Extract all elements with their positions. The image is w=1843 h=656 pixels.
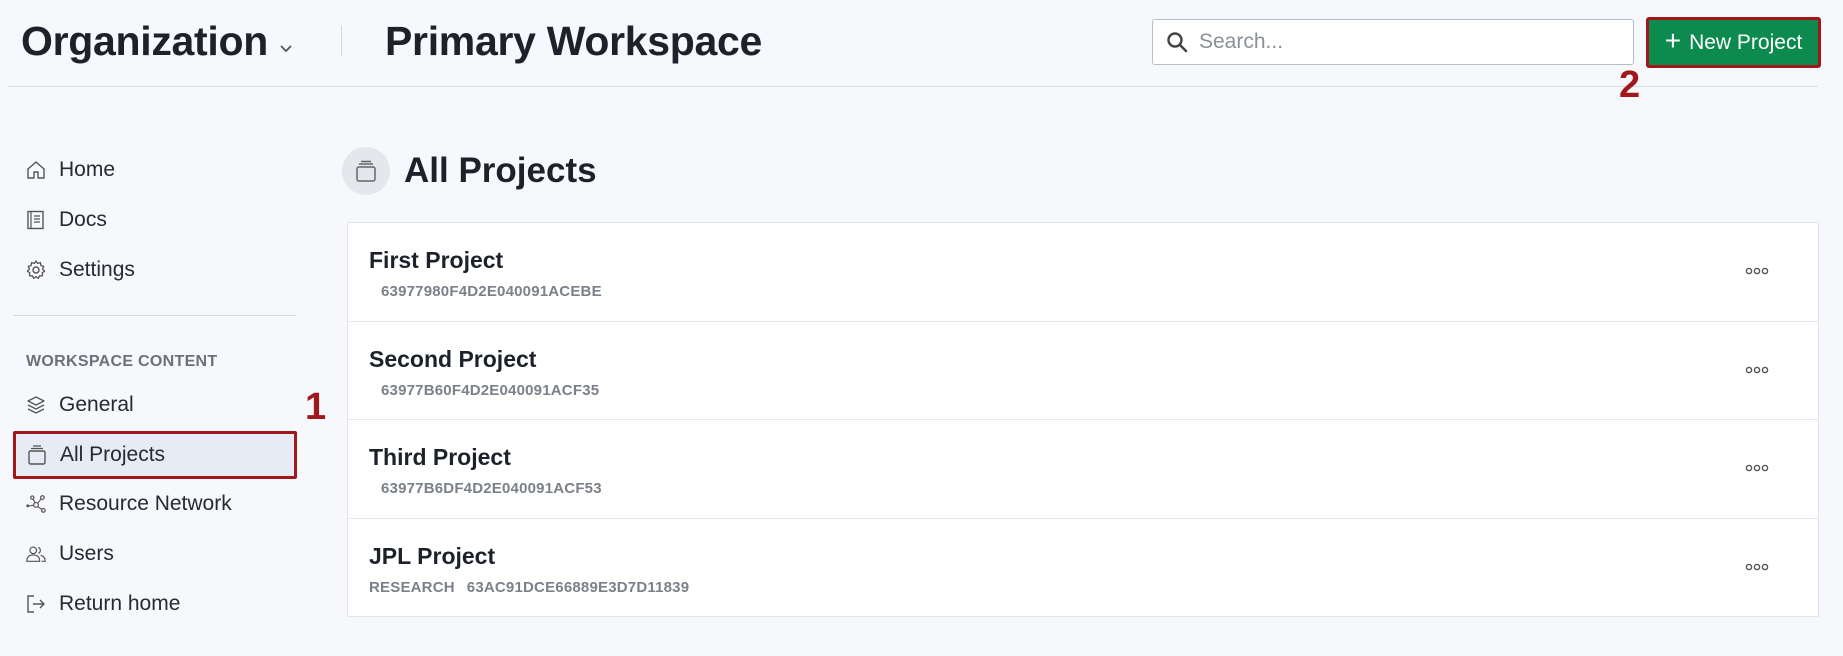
sidebar-item-label: Users bbox=[59, 542, 114, 565]
chevron-down-icon bbox=[280, 44, 292, 52]
annotation-marker-1: 1 bbox=[305, 386, 327, 428]
project-meta: 63977B60F4D2E040091ACF35 bbox=[369, 382, 599, 399]
sidebar-item-users[interactable]: Users bbox=[13, 532, 297, 576]
header-divider bbox=[341, 26, 342, 56]
project-meta: 63977B6DF4D2E040091ACF53 bbox=[369, 480, 602, 497]
workspace-title: Primary Workspace bbox=[385, 18, 763, 64]
project-options-button[interactable] bbox=[1744, 362, 1770, 378]
users-icon bbox=[26, 546, 46, 562]
plus-icon: + bbox=[1664, 25, 1682, 56]
sidebar-item-label: Resource Network bbox=[59, 492, 232, 515]
project-options-button[interactable] bbox=[1744, 460, 1770, 476]
organization-name: Organization bbox=[21, 18, 268, 64]
network-icon bbox=[26, 495, 46, 513]
sidebar-item-home[interactable]: Home bbox=[13, 148, 297, 192]
sidebar-item-label: Home bbox=[59, 158, 116, 181]
project-row[interactable]: JPL Project RESEARCH 63AC91DCE66889E3D7D… bbox=[348, 519, 1818, 618]
search-input[interactable] bbox=[1199, 30, 1633, 54]
project-options-button[interactable] bbox=[1744, 559, 1770, 575]
sidebar-item-label: All Projects bbox=[60, 443, 166, 466]
page-header: All Projects bbox=[342, 147, 597, 195]
project-id: 63977B60F4D2E040091ACF35 bbox=[381, 381, 600, 399]
top-header: Organization Primary Workspace + New Pro… bbox=[0, 0, 1843, 88]
section-label-workspace-content: WORKSPACE CONTENT bbox=[26, 353, 218, 370]
more-options-icon bbox=[1745, 563, 1769, 570]
project-meta: RESEARCH 63AC91DCE66889E3D7D11839 bbox=[369, 579, 689, 596]
new-project-label: New Project bbox=[1689, 30, 1803, 54]
sidebar-item-general[interactable]: General bbox=[13, 383, 297, 427]
more-options-icon bbox=[1745, 267, 1769, 275]
project-id: 63AC91DCE66889E3D7D11839 bbox=[466, 578, 690, 596]
project-row[interactable]: First Project 63977980F4D2E040091ACEBE bbox=[348, 223, 1818, 322]
project-name: Third Project bbox=[369, 444, 511, 470]
page-title: All Projects bbox=[404, 151, 597, 190]
sidebar-item-settings[interactable]: Settings bbox=[13, 248, 297, 292]
project-name: First Project bbox=[369, 247, 504, 273]
organization-switcher[interactable]: Organization bbox=[21, 18, 294, 65]
sidebar-divider bbox=[13, 315, 296, 316]
header-rule bbox=[8, 86, 1818, 87]
search-icon bbox=[1167, 32, 1188, 53]
sidebar-item-label: Settings bbox=[59, 258, 135, 281]
project-meta: 63977980F4D2E040091ACEBE bbox=[369, 283, 602, 300]
sidebar-item-docs[interactable]: Docs bbox=[13, 198, 297, 242]
project-list: First Project 63977980F4D2E040091ACEBE S… bbox=[347, 222, 1819, 617]
sidebar-item-all-projects[interactable]: All Projects bbox=[13, 431, 297, 479]
project-name: Second Project bbox=[369, 345, 537, 372]
project-options-button[interactable] bbox=[1744, 263, 1770, 279]
more-options-icon bbox=[1745, 464, 1769, 472]
sidebar-item-return-home[interactable]: Return home bbox=[13, 582, 297, 626]
project-row[interactable]: Second Project 63977B60F4D2E040091ACF35 bbox=[348, 322, 1818, 420]
sidebar-item-resource-network[interactable]: Resource Network bbox=[13, 482, 297, 526]
new-project-button[interactable]: + New Project bbox=[1646, 17, 1821, 68]
docs-icon bbox=[27, 210, 44, 230]
gear-icon bbox=[26, 260, 46, 280]
projects-icon bbox=[28, 445, 46, 465]
home-icon bbox=[27, 161, 45, 179]
project-row[interactable]: Third Project 63977B6DF4D2E040091ACF53 bbox=[348, 420, 1818, 519]
project-id: 63977B6DF4D2E040091ACF53 bbox=[381, 480, 602, 497]
layers-icon bbox=[27, 396, 45, 414]
sidebar-item-label: General bbox=[59, 393, 134, 416]
more-options-icon bbox=[1745, 366, 1769, 373]
project-tag: RESEARCH bbox=[369, 578, 455, 596]
project-id: 63977980F4D2E040091ACEBE bbox=[381, 283, 602, 300]
logout-icon bbox=[27, 595, 45, 613]
project-name: JPL Project bbox=[369, 542, 496, 569]
projects-icon bbox=[342, 147, 390, 195]
annotation-marker-2: 2 bbox=[1619, 64, 1641, 106]
search-box[interactable] bbox=[1152, 19, 1634, 65]
sidebar-item-label: Docs bbox=[59, 208, 107, 231]
sidebar-item-label: Return home bbox=[59, 592, 181, 615]
